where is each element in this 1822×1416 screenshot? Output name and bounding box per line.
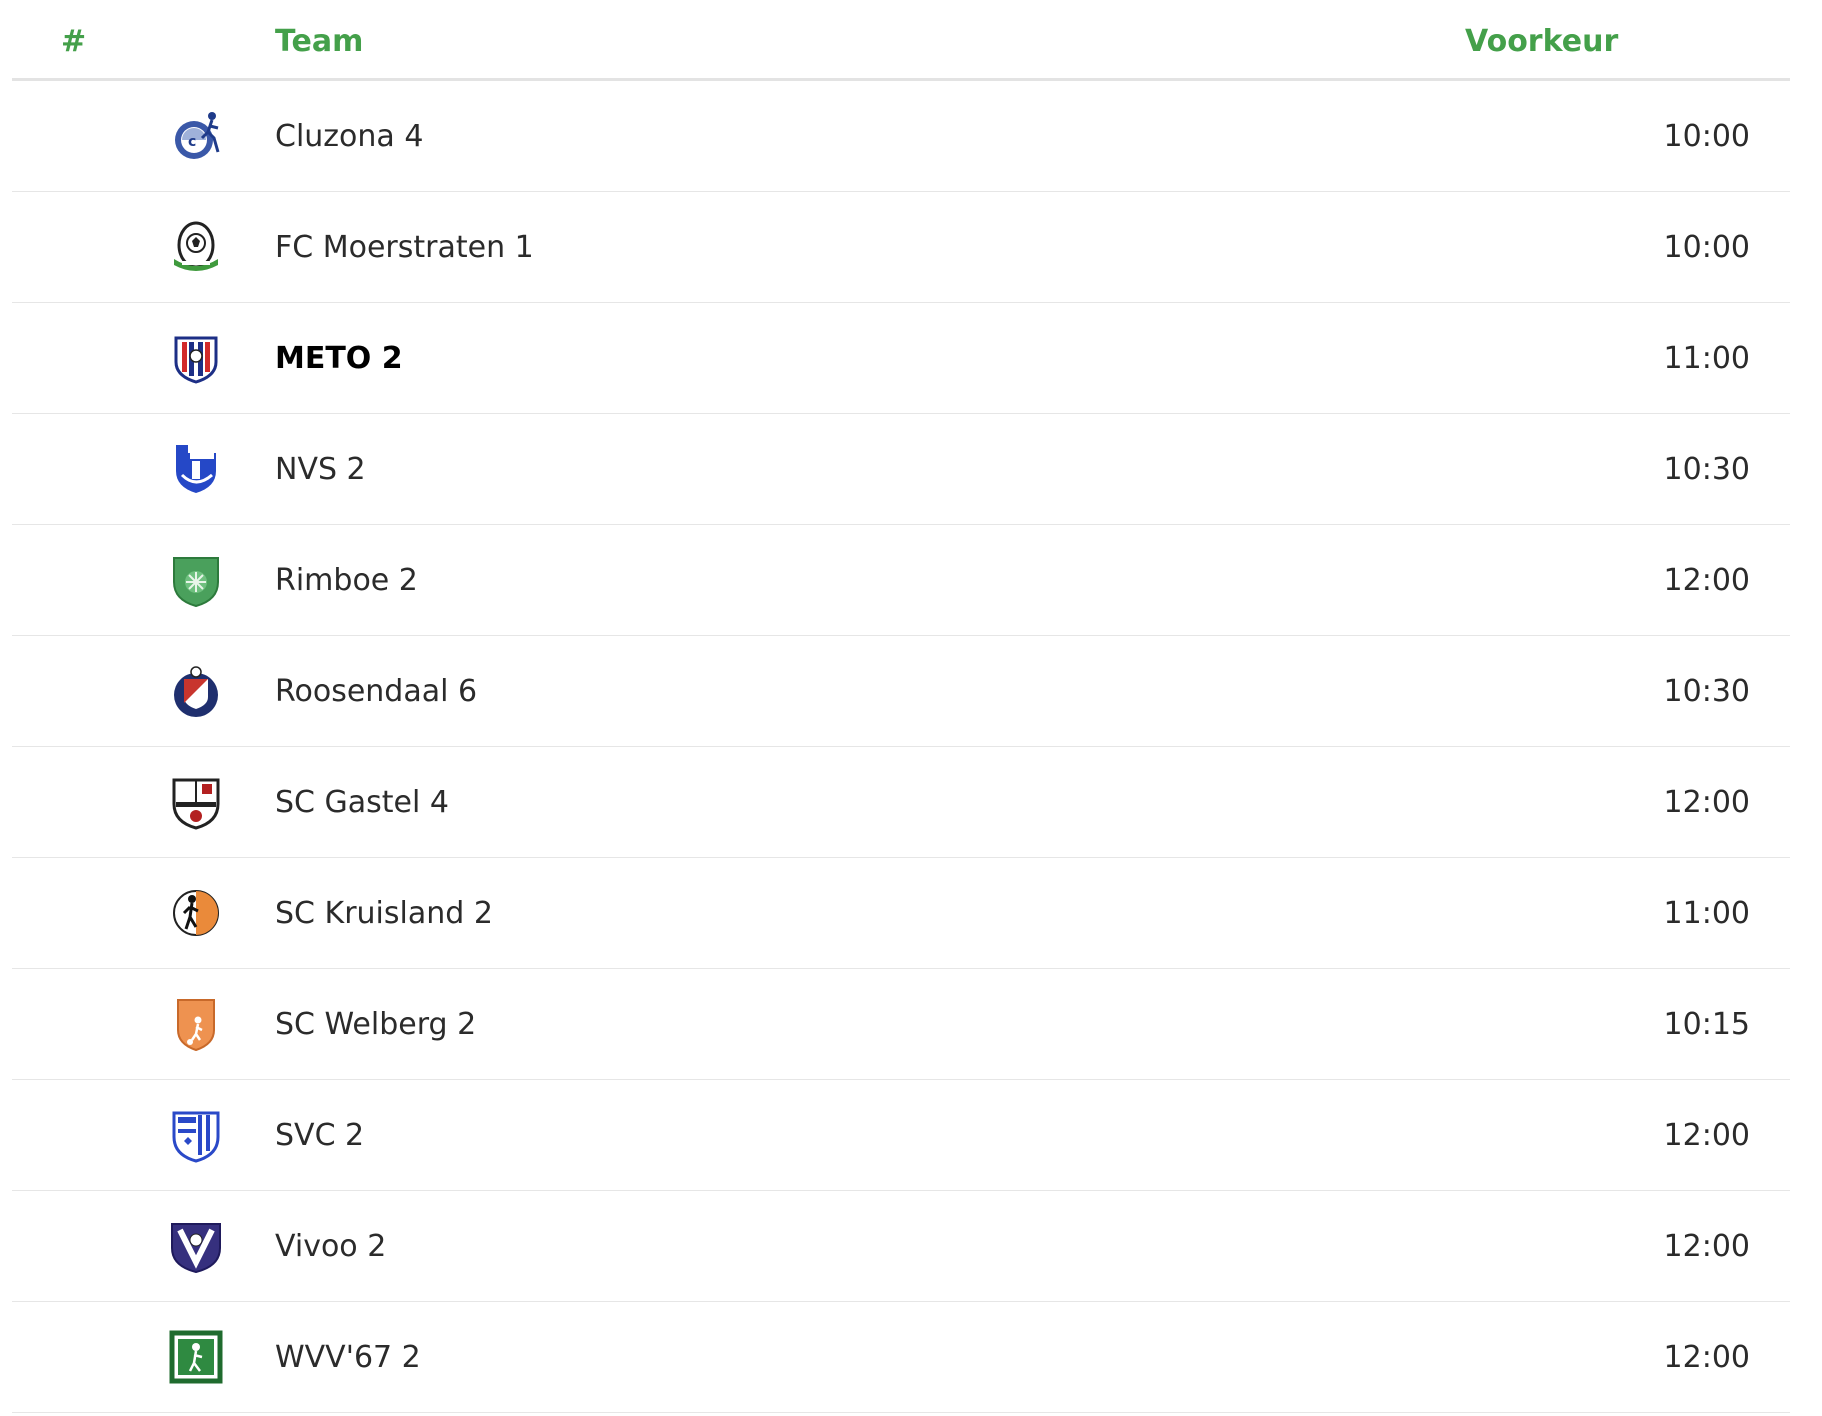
table-row[interactable]: Vivoo 2 12:00 — [12, 1191, 1790, 1302]
table-row[interactable]: METO 2 11:00 — [12, 303, 1790, 414]
team-name[interactable]: Rimboe 2 — [275, 563, 418, 598]
wvv67-logo-icon — [168, 1329, 224, 1385]
preferred-time: 12:00 — [1663, 785, 1750, 820]
sc-welberg-logo-icon — [168, 996, 224, 1052]
preferred-time: 10:30 — [1663, 674, 1750, 709]
table-row[interactable]: c Cluzona 4 10:00 — [12, 81, 1790, 192]
team-name[interactable]: NVS 2 — [275, 452, 366, 487]
team-name[interactable]: WVV'67 2 — [275, 1340, 421, 1375]
table-row[interactable]: Rimboe 2 12:00 — [12, 525, 1790, 636]
team-name[interactable]: METO 2 — [275, 341, 403, 376]
team-name[interactable]: SVC 2 — [275, 1118, 364, 1153]
table-row[interactable]: SVC 2 12:00 — [12, 1080, 1790, 1191]
team-name[interactable]: SC Kruisland 2 — [275, 896, 493, 931]
sc-gastel-logo-icon — [168, 774, 224, 830]
table-row[interactable]: SC Gastel 4 12:00 — [12, 747, 1790, 858]
preferred-time: 10:30 — [1663, 452, 1750, 487]
table-row[interactable]: FC Moerstraten 1 10:00 — [12, 192, 1790, 303]
preferred-time: 11:00 — [1663, 341, 1750, 376]
rimboe-logo-icon — [168, 552, 224, 608]
preferred-time: 12:00 — [1663, 1229, 1750, 1264]
team-name[interactable]: Vivoo 2 — [275, 1229, 386, 1264]
column-header-rank[interactable]: # — [61, 24, 86, 59]
svg-text:c: c — [188, 134, 196, 150]
preferred-time: 10:15 — [1663, 1007, 1750, 1042]
table-row[interactable]: WVV'67 2 12:00 — [12, 1302, 1790, 1413]
table-header: # Team Voorkeur — [12, 0, 1790, 81]
preferred-time: 11:00 — [1663, 896, 1750, 931]
preferred-time: 12:00 — [1663, 563, 1750, 598]
preferred-time: 12:00 — [1663, 1340, 1750, 1375]
vivoo-logo-icon — [168, 1218, 224, 1274]
team-name[interactable]: SC Welberg 2 — [275, 1007, 476, 1042]
roosendaal-logo-icon — [168, 663, 224, 719]
preferred-time: 10:00 — [1663, 119, 1750, 154]
cluzona-logo-icon: c — [168, 108, 224, 164]
svc-logo-icon — [168, 1107, 224, 1163]
preferred-time: 12:00 — [1663, 1118, 1750, 1153]
nvs-logo-icon — [168, 441, 224, 497]
column-header-team[interactable]: Team — [275, 24, 363, 59]
team-name[interactable]: SC Gastel 4 — [275, 785, 449, 820]
table-row[interactable]: NVS 2 10:30 — [12, 414, 1790, 525]
table-row[interactable]: SC Kruisland 2 11:00 — [12, 858, 1790, 969]
fc-moerstraten-logo-icon — [168, 219, 224, 275]
team-name[interactable]: FC Moerstraten 1 — [275, 230, 534, 265]
team-name[interactable]: Cluzona 4 — [275, 119, 423, 154]
team-name[interactable]: Roosendaal 6 — [275, 674, 477, 709]
standings-table: # Team Voorkeur c Cluzona 4 10:00 FC Moe… — [12, 0, 1790, 1413]
table-row[interactable]: SC Welberg 2 10:15 — [12, 969, 1790, 1080]
table-row[interactable]: Roosendaal 6 10:30 — [12, 636, 1790, 747]
sc-kruisland-logo-icon — [168, 885, 224, 941]
column-header-preference[interactable]: Voorkeur — [1465, 24, 1618, 59]
preferred-time: 10:00 — [1663, 230, 1750, 265]
meto-logo-icon — [168, 330, 224, 386]
